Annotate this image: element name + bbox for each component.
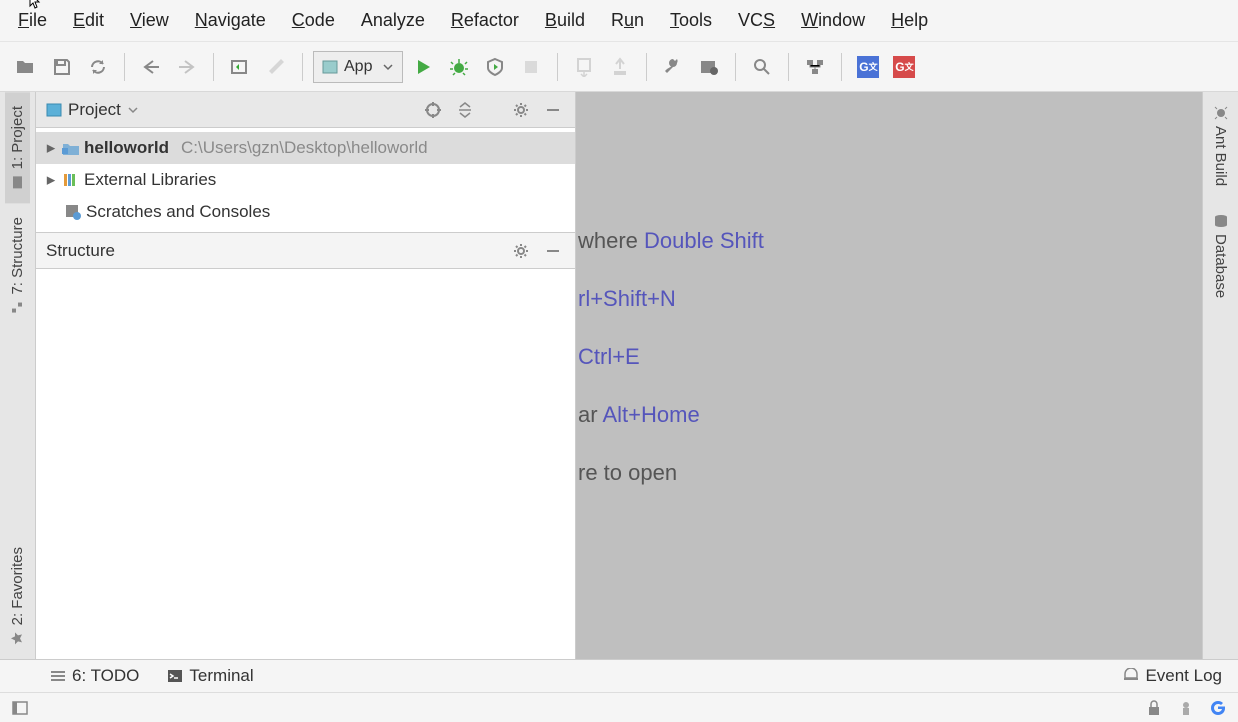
rail-structure[interactable]: 7: Structure bbox=[5, 203, 30, 329]
chevron-down-icon[interactable] bbox=[127, 105, 139, 115]
structure-panel: Structure bbox=[36, 232, 575, 659]
star-icon bbox=[11, 631, 25, 645]
tree-scratches[interactable]: Scratches and Consoles bbox=[36, 196, 575, 228]
project-tree: ▸ helloworld C:\Users\gzn\Desktop\hellow… bbox=[36, 128, 575, 232]
menu-analyze[interactable]: Analyze bbox=[349, 6, 437, 35]
hint-line: where Double Shift bbox=[576, 212, 764, 270]
expand-arrow-icon[interactable]: ▸ bbox=[44, 170, 58, 190]
tree-root[interactable]: ▸ helloworld C:\Users\gzn\Desktop\hellow… bbox=[36, 132, 575, 164]
menu-vcs[interactable]: VCS bbox=[726, 6, 787, 35]
debug-icon[interactable] bbox=[443, 51, 475, 83]
tree-root-name: helloworld bbox=[84, 138, 169, 158]
tool-todo[interactable]: 6: TODO bbox=[50, 666, 139, 686]
tree-extlibs-label: External Libraries bbox=[84, 170, 216, 190]
bottom-tool-windows: 6: TODO Terminal Event Log bbox=[0, 659, 1238, 692]
menu-run[interactable]: Run bbox=[599, 6, 656, 35]
coverage-icon[interactable] bbox=[479, 51, 511, 83]
forward-icon[interactable] bbox=[171, 51, 203, 83]
left-tool-rail: 1: Project 7: Structure 2: Favorites bbox=[0, 92, 36, 659]
tool-event-log[interactable]: Event Log bbox=[1123, 666, 1222, 686]
minimize-icon[interactable] bbox=[541, 239, 565, 263]
module-folder-icon bbox=[62, 141, 80, 156]
search-icon[interactable] bbox=[746, 51, 778, 83]
editor-hints: where Double Shift rl+Shift+N Ctrl+E ar … bbox=[576, 212, 764, 502]
menu-navigate[interactable]: Navigate bbox=[183, 6, 278, 35]
project-panel-header: Project bbox=[36, 92, 575, 128]
rail-ant-build[interactable]: Ant Build bbox=[1208, 92, 1233, 200]
stop-icon[interactable] bbox=[515, 51, 547, 83]
google-icon[interactable] bbox=[1208, 698, 1228, 718]
structure-panel-title: Structure bbox=[46, 241, 115, 261]
right-tool-rail: Ant Build Database bbox=[1202, 92, 1238, 659]
open-icon[interactable] bbox=[10, 51, 42, 83]
chevron-down-icon bbox=[382, 62, 394, 72]
menu-edit[interactable]: Edit bbox=[61, 6, 116, 35]
toolwindows-toggle-icon[interactable] bbox=[10, 698, 30, 718]
expand-arrow-icon[interactable]: ▸ bbox=[44, 138, 58, 158]
event-log-icon bbox=[1123, 668, 1139, 684]
folder-icon bbox=[11, 175, 25, 189]
profile-icon[interactable] bbox=[604, 51, 636, 83]
ant-icon bbox=[1214, 106, 1228, 120]
save-icon[interactable] bbox=[46, 51, 78, 83]
structure-icon bbox=[11, 301, 25, 315]
scratches-icon bbox=[64, 204, 82, 220]
tree-root-path: C:\Users\gzn\Desktop\helloworld bbox=[181, 138, 428, 158]
menu-bar: File Edit View Navigate Code Analyze Ref… bbox=[0, 0, 1238, 42]
minimize-icon[interactable] bbox=[541, 98, 565, 122]
translate-blue-icon[interactable]: G文 bbox=[852, 51, 884, 83]
hint-line: re to open bbox=[576, 444, 764, 502]
project-panel-title: Project bbox=[68, 100, 121, 120]
attach-icon[interactable] bbox=[568, 51, 600, 83]
structure-panel-header: Structure bbox=[36, 233, 575, 269]
tool-terminal[interactable]: Terminal bbox=[167, 666, 253, 686]
rail-project[interactable]: 1: Project bbox=[5, 92, 30, 203]
status-bar bbox=[0, 692, 1238, 722]
tree-ext-libs[interactable]: ▸ External Libraries bbox=[36, 164, 575, 196]
mouse-cursor-icon bbox=[29, 0, 43, 10]
collapse-icon[interactable] bbox=[453, 98, 477, 122]
hint-line: rl+Shift+N bbox=[576, 270, 764, 328]
make-icon[interactable] bbox=[224, 51, 256, 83]
todo-icon bbox=[50, 669, 66, 683]
menu-build[interactable]: Build bbox=[533, 6, 597, 35]
tree-scratches-label: Scratches and Consoles bbox=[86, 202, 270, 222]
sync-icon[interactable] bbox=[82, 51, 114, 83]
menu-view[interactable]: View bbox=[118, 6, 181, 35]
rail-favorites[interactable]: 2: Favorites bbox=[5, 533, 30, 659]
window-icon bbox=[322, 60, 338, 74]
editor-area: where Double Shift rl+Shift+N Ctrl+E ar … bbox=[576, 92, 1202, 659]
wrench-icon[interactable] bbox=[657, 51, 689, 83]
terminal-icon bbox=[167, 669, 183, 683]
project-view-icon bbox=[46, 103, 62, 117]
menu-refactor[interactable]: Refactor bbox=[439, 6, 531, 35]
back-icon[interactable] bbox=[135, 51, 167, 83]
project-panel: Project ▸ helloworld C:\Users\gzn\Deskto… bbox=[36, 92, 576, 659]
menu-window[interactable]: Window bbox=[789, 6, 877, 35]
hint-line: Ctrl+E bbox=[576, 328, 764, 386]
menu-code[interactable]: Code bbox=[280, 6, 347, 35]
run-config-label: App bbox=[344, 58, 372, 76]
rail-database[interactable]: Database bbox=[1208, 200, 1233, 312]
menu-file[interactable]: File bbox=[6, 6, 59, 35]
hammer-icon[interactable] bbox=[260, 51, 292, 83]
gear-icon[interactable] bbox=[509, 98, 533, 122]
toolbar: App G文 G文 bbox=[0, 42, 1238, 92]
gear-icon[interactable] bbox=[509, 239, 533, 263]
menu-tools[interactable]: Tools bbox=[658, 6, 724, 35]
libraries-icon bbox=[62, 172, 80, 188]
run-config-selector[interactable]: App bbox=[313, 51, 403, 83]
lock-icon[interactable] bbox=[1144, 698, 1164, 718]
hint-line: ar Alt+Home bbox=[576, 386, 764, 444]
structure-icon[interactable] bbox=[799, 51, 831, 83]
settings-icon[interactable] bbox=[693, 51, 725, 83]
run-icon[interactable] bbox=[407, 51, 439, 83]
database-icon bbox=[1214, 214, 1228, 228]
translate-red-icon[interactable]: G文 bbox=[888, 51, 920, 83]
locate-icon[interactable] bbox=[421, 98, 445, 122]
menu-help[interactable]: Help bbox=[879, 6, 940, 35]
inspector-icon[interactable] bbox=[1176, 698, 1196, 718]
